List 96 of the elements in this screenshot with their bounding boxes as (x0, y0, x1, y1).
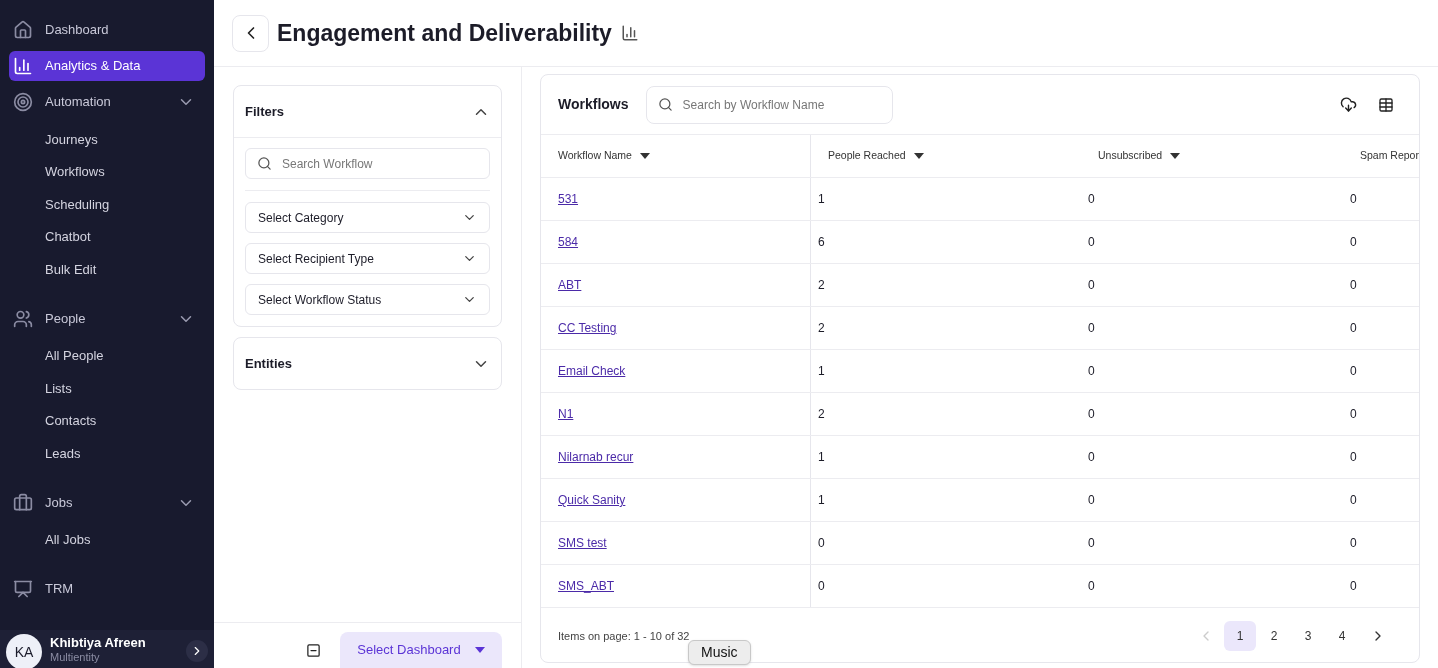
nav-subitem[interactable]: All People (9, 339, 205, 372)
nav-subitem[interactable]: All Jobs (9, 523, 205, 556)
user-subtitle: Multientity (50, 650, 101, 664)
table-cell-text: 0 (1350, 234, 1357, 251)
table-cell-text: 0 (1088, 492, 1095, 509)
page-title: Engagement and Deliverability (277, 18, 612, 48)
table-cell-text: 2 (818, 277, 825, 294)
workflow-link[interactable]: 584 (558, 233, 579, 251)
nav-subitem[interactable]: Chatbot (9, 220, 205, 253)
table-cell-text: 0 (1088, 578, 1095, 595)
nav-subitem[interactable]: Journeys (9, 123, 205, 156)
table-cell-text: 0 (1350, 363, 1357, 380)
workflow-link[interactable]: N1 (558, 405, 574, 423)
expand-button[interactable] (186, 640, 208, 662)
nav-subitem[interactable]: Workflows (9, 155, 205, 188)
page-button[interactable]: 4 (1326, 621, 1358, 651)
nav-item[interactable]: Analytics & Data (9, 51, 205, 81)
table-cell-text: 0 (1350, 578, 1357, 595)
page-button[interactable]: 1 (1224, 621, 1256, 651)
table-cell-text: 0 (1350, 535, 1357, 552)
items-count: Items on page: 1 - 10 of 32 (558, 628, 690, 644)
sort-caret-icon (913, 153, 924, 159)
bar-chart-icon (13, 56, 33, 76)
table-cell-text: 0 (1350, 449, 1357, 466)
table-cell-text: 0 (1350, 320, 1357, 337)
workflow-link[interactable]: Nilarnab recur (558, 448, 634, 466)
search-icon (657, 96, 673, 112)
nav-subitem[interactable]: Bulk Edit (9, 253, 205, 286)
card-title: Workflows (558, 95, 629, 114)
search-field[interactable]: Search Workflow (245, 148, 490, 179)
column-header[interactable]: People Reached (811, 135, 1081, 177)
sort-caret-icon (1170, 153, 1181, 159)
workflow-link[interactable]: Quick Sanity (558, 491, 626, 509)
select-dropdown[interactable]: Select Category (245, 202, 490, 233)
sort-caret-icon (639, 153, 650, 159)
table-cell-text: 0 (818, 535, 825, 552)
table-cell-text: 2 (818, 406, 825, 423)
presentation-icon (13, 579, 33, 599)
workflow-link[interactable]: 531 (558, 190, 579, 208)
nav-item[interactable]: People (9, 303, 205, 334)
workflow-link[interactable]: SMS_ABT (558, 577, 614, 595)
table-cell-text: 0 (1088, 406, 1095, 423)
table-cell-text: 0 (1350, 277, 1357, 294)
caret-icon (474, 647, 485, 653)
workflow-link[interactable]: CC Testing (558, 319, 617, 337)
page-button[interactable]: 2 (1258, 621, 1290, 651)
table-cell-text: 2 (818, 320, 825, 337)
nav-item[interactable]: TRM (9, 574, 205, 604)
table-cell-text: 0 (1088, 320, 1095, 337)
bar-chart-icon (620, 24, 639, 42)
filters-title: Filters (245, 102, 284, 121)
user-name: Khibtiya Afreen (50, 636, 147, 650)
nav-subitem[interactable]: Contacts (9, 404, 205, 437)
table-cell-text: 0 (1088, 363, 1095, 380)
workflow-link[interactable]: SMS test (558, 534, 607, 552)
search-icon (257, 156, 272, 171)
table-cell-text: 0 (1350, 191, 1357, 208)
nav-subitem[interactable]: Lists (9, 372, 205, 405)
nav-item[interactable]: Dashboard (9, 15, 205, 45)
select-dashboard-button[interactable]: Select Dashboard (340, 632, 502, 668)
collapse-icon[interactable] (306, 643, 321, 658)
table-cell-text: 0 (1088, 535, 1095, 552)
select-dropdown[interactable]: Select Workflow Status (245, 284, 490, 315)
column-header[interactable]: Unsubscribed (1081, 135, 1343, 177)
briefcase-icon (13, 492, 33, 513)
workflow-link[interactable]: Email Check (558, 362, 626, 380)
column-header[interactable]: Workflow Name (541, 135, 811, 177)
tooltip: Music (688, 640, 751, 665)
download-icon[interactable] (1340, 96, 1357, 113)
people-icon (13, 308, 33, 329)
avatar: KA (6, 634, 42, 668)
table-icon[interactable] (1378, 96, 1394, 113)
nav-subitem[interactable]: Scheduling (9, 188, 205, 221)
target-icon (13, 92, 33, 112)
table-cell-text: 0 (1350, 492, 1357, 509)
table-cell-text: 0 (1088, 449, 1095, 466)
table-cell-text: 0 (1350, 406, 1357, 423)
table-cell-text: 0 (1088, 191, 1095, 208)
table-cell-text: 1 (818, 492, 825, 509)
search-field[interactable]: Search by Workflow Name (645, 85, 893, 124)
column-header[interactable]: Spam Repor (1343, 135, 1419, 177)
table-cell-text: 0 (1088, 234, 1095, 251)
select-dropdown[interactable]: Select Recipient Type (245, 243, 490, 274)
nav-item[interactable]: Jobs (9, 487, 205, 518)
table-cell-text: 1 (818, 191, 825, 208)
entities-title: Entities (245, 354, 292, 373)
table-cell-text: 1 (818, 449, 825, 466)
table-cell-text: 1 (818, 363, 825, 380)
nav-subitem[interactable]: Leads (9, 437, 205, 470)
table-cell-text: 6 (818, 234, 825, 251)
page-button[interactable]: 3 (1292, 621, 1324, 651)
home-icon (13, 20, 33, 40)
nav-item[interactable]: Automation (9, 87, 205, 117)
workflow-link[interactable]: ABT (558, 276, 582, 294)
table-cell-text: 0 (818, 578, 825, 595)
table-cell-text: 0 (1088, 277, 1095, 294)
